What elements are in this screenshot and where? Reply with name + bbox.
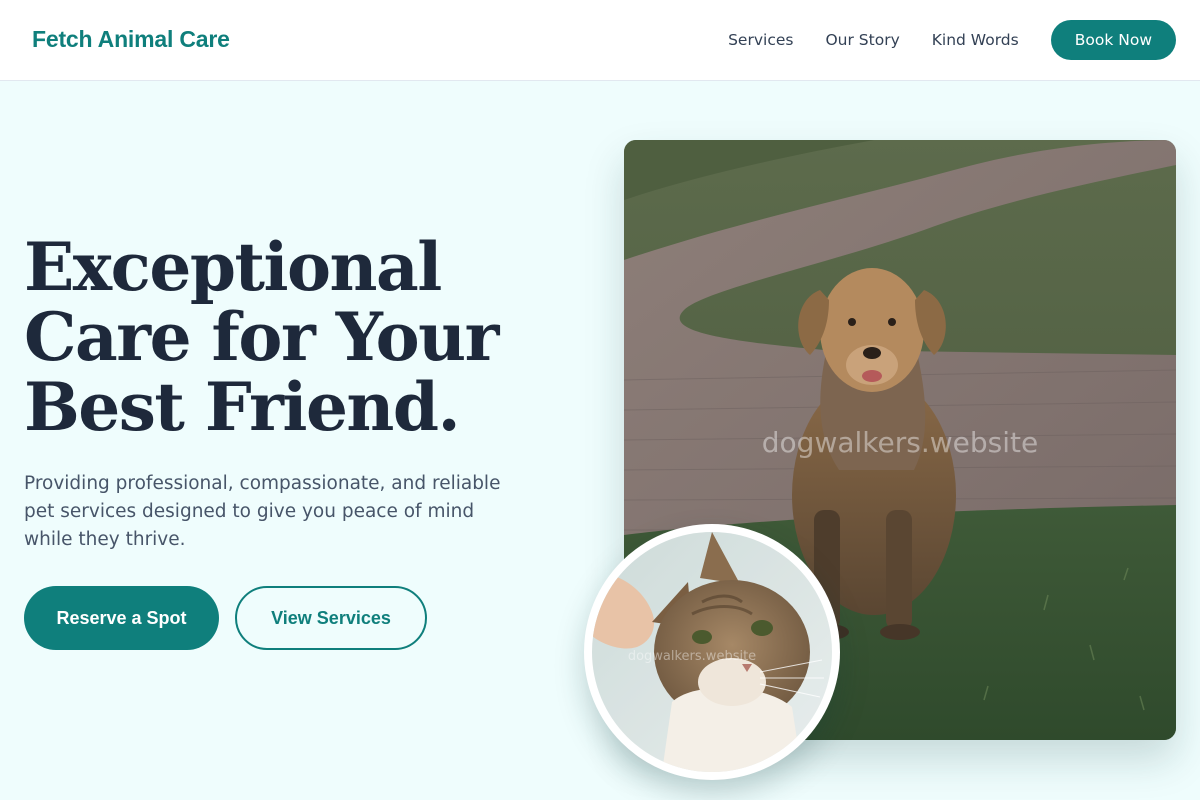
view-services-button[interactable]: View Services (235, 586, 427, 650)
main-nav: Services Our Story Kind Words Book Now (696, 20, 1176, 60)
hero-title: Exceptional Care for Your Best Friend. (24, 232, 584, 442)
cat-photo: dogwalkers.website (584, 524, 840, 780)
reserve-spot-button[interactable]: Reserve a Spot (24, 586, 219, 650)
nav-link-services[interactable]: Services (728, 20, 793, 60)
watermark-main: dogwalkers.website (762, 426, 1038, 459)
site-header: Fetch Animal Care Services Our Story Kin… (0, 0, 1200, 81)
book-now-button[interactable]: Book Now (1050, 20, 1176, 60)
watermark-inset: dogwalkers.website (628, 649, 756, 664)
nav-link-our-story[interactable]: Our Story (825, 20, 899, 60)
hero-subtitle: Providing professional, compassionate, a… (24, 473, 501, 550)
hero-title-line-1: Exceptional (24, 228, 442, 306)
hero-title-line-2: Care for Your (24, 298, 499, 376)
brand-logo[interactable]: Fetch Animal Care (32, 26, 230, 53)
hero-title-line-3: Best Friend. (24, 368, 461, 446)
nav-link-kind-words[interactable]: Kind Words (932, 20, 1019, 60)
